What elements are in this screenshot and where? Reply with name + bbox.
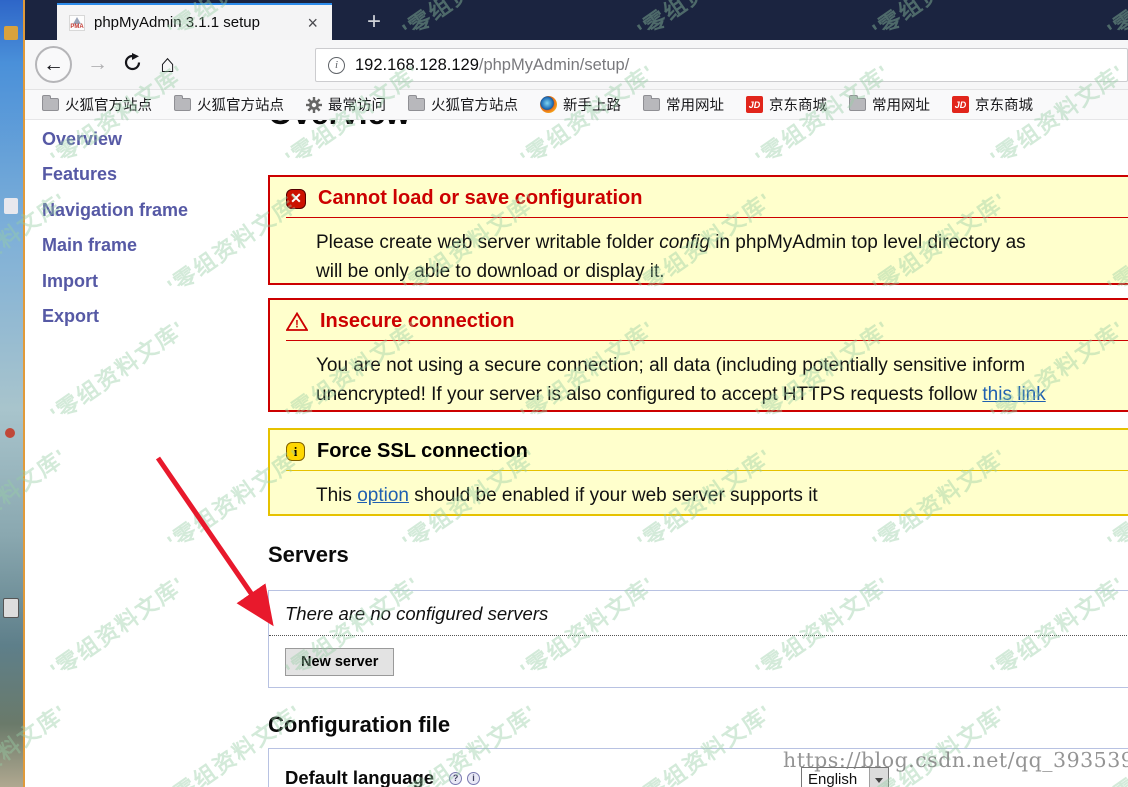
tab-close-icon[interactable]: × — [303, 14, 322, 32]
notice-body-line: unencrypted! If your server is also conf… — [316, 380, 1128, 409]
new-server-button[interactable]: New server — [285, 648, 394, 676]
svg-text:!: ! — [295, 319, 299, 331]
default-language-label: Default language ? i — [285, 767, 480, 787]
desktop-icon — [4, 198, 18, 214]
option-link[interactable]: option — [357, 485, 409, 506]
bookmark-item[interactable]: JD京东商城 — [941, 94, 1044, 115]
gear-icon — [306, 97, 322, 113]
tab-title: phpMyAdmin 3.1.1 setup — [94, 14, 294, 31]
url-bar[interactable]: i 192.168.128.129/phpMyAdmin/setup/ — [315, 48, 1128, 82]
url-text[interactable]: 192.168.128.129/phpMyAdmin/setup/ — [355, 56, 629, 75]
browser-toolbar: ← → ⌂ i 192.168.128.129/phpMyAdmin/setup… — [25, 40, 1128, 90]
desktop-icon — [5, 428, 15, 438]
notice-body-line: will be only able to download or display… — [316, 257, 1128, 286]
jd-icon: JD — [746, 96, 763, 113]
reload-icon — [123, 53, 142, 72]
bookmark-item[interactable]: JD京东商城 — [735, 94, 838, 115]
sidebar-item-features[interactable]: Features — [42, 157, 188, 192]
firefox-icon — [540, 96, 557, 113]
notice-title: Cannot load or save configuration — [318, 187, 642, 210]
sidebar-item-navigation-frame[interactable]: Navigation frame — [42, 193, 188, 228]
sidebar-item-overview[interactable]: Overview — [42, 122, 188, 157]
notice-title: Insecure connection — [320, 310, 515, 333]
page-content: Overview Features Navigation frame Main … — [25, 120, 1128, 787]
home-button[interactable]: ⌂ — [160, 50, 175, 79]
folder-icon — [643, 98, 660, 111]
sidebar-item-import[interactable]: Import — [42, 264, 188, 299]
reload-button[interactable] — [123, 53, 142, 78]
no-servers-message: There are no configured servers — [285, 603, 1128, 625]
notice-body-line: You are not using a secure connection; a… — [316, 351, 1128, 380]
sidebar-item-export[interactable]: Export — [42, 299, 188, 334]
page-title: Overview — [268, 120, 410, 132]
forward-button[interactable]: → — [87, 52, 108, 76]
desktop-icon — [3, 598, 19, 618]
servers-panel: There are no configured servers New serv… — [268, 590, 1128, 688]
notice-title: Force SSL connection — [317, 440, 528, 463]
bookmark-item[interactable]: 新手上路 — [529, 94, 632, 115]
help-icon[interactable]: ? — [449, 772, 462, 785]
dropdown-arrow-icon[interactable] — [869, 768, 888, 787]
error-x-icon: ✕ — [286, 189, 306, 209]
warning-triangle-icon: ! — [286, 312, 308, 331]
folder-icon — [408, 98, 425, 111]
info-icon: i — [286, 442, 305, 461]
browser-tab-active[interactable]: PMA phpMyAdmin 3.1.1 setup × — [57, 3, 332, 40]
https-link[interactable]: this link — [982, 384, 1045, 405]
browser-tab-bar: PMA phpMyAdmin 3.1.1 setup × + — [25, 0, 1128, 40]
bookmark-item[interactable]: 常用网址 — [838, 94, 941, 115]
setup-sidebar: Overview Features Navigation frame Main … — [42, 122, 188, 334]
notice-force-ssl: i Force SSL connection This option shoul… — [268, 428, 1128, 516]
back-button[interactable]: ← — [35, 46, 72, 83]
bookmark-item[interactable]: 最常访问 — [295, 94, 397, 115]
bookmark-item[interactable]: 常用网址 — [632, 94, 735, 115]
notice-insecure-connection: ! Insecure connection You are not using … — [268, 298, 1128, 412]
folder-icon — [42, 98, 59, 111]
language-select-value: English — [802, 768, 869, 787]
site-info-icon[interactable]: i — [328, 57, 345, 74]
notice-body-line: This option should be enabled if your we… — [316, 481, 1128, 510]
desktop-icon — [4, 26, 18, 40]
configuration-file-heading: Configuration file — [268, 712, 450, 738]
bookmarks-bar: 火狐官方站点 火狐官方站点 最常访问 火狐官方站点 新手上路 常用网址 JD京东… — [25, 90, 1128, 120]
bookmark-item[interactable]: 火狐官方站点 — [31, 94, 163, 115]
new-tab-button[interactable]: + — [355, 6, 393, 38]
jd-icon: JD — [952, 96, 969, 113]
phpmyadmin-favicon-icon: PMA — [69, 15, 85, 31]
notice-body-line: Please create web server writable folder… — [316, 228, 1128, 257]
bookmark-item[interactable]: 火狐官方站点 — [397, 94, 529, 115]
folder-icon — [849, 98, 866, 111]
configuration-panel: Default language ? i English — [268, 748, 1128, 787]
servers-heading: Servers — [268, 542, 349, 568]
desktop-background-strip — [0, 0, 25, 787]
doc-info-icon[interactable]: i — [467, 772, 480, 785]
divider — [269, 635, 1128, 636]
notice-cannot-load-config: ✕ Cannot load or save configuration Plea… — [268, 175, 1128, 285]
bookmark-item[interactable]: 火狐官方站点 — [163, 94, 295, 115]
language-select[interactable]: English — [801, 767, 889, 787]
folder-icon — [174, 98, 191, 111]
sidebar-item-main-frame[interactable]: Main frame — [42, 228, 188, 263]
